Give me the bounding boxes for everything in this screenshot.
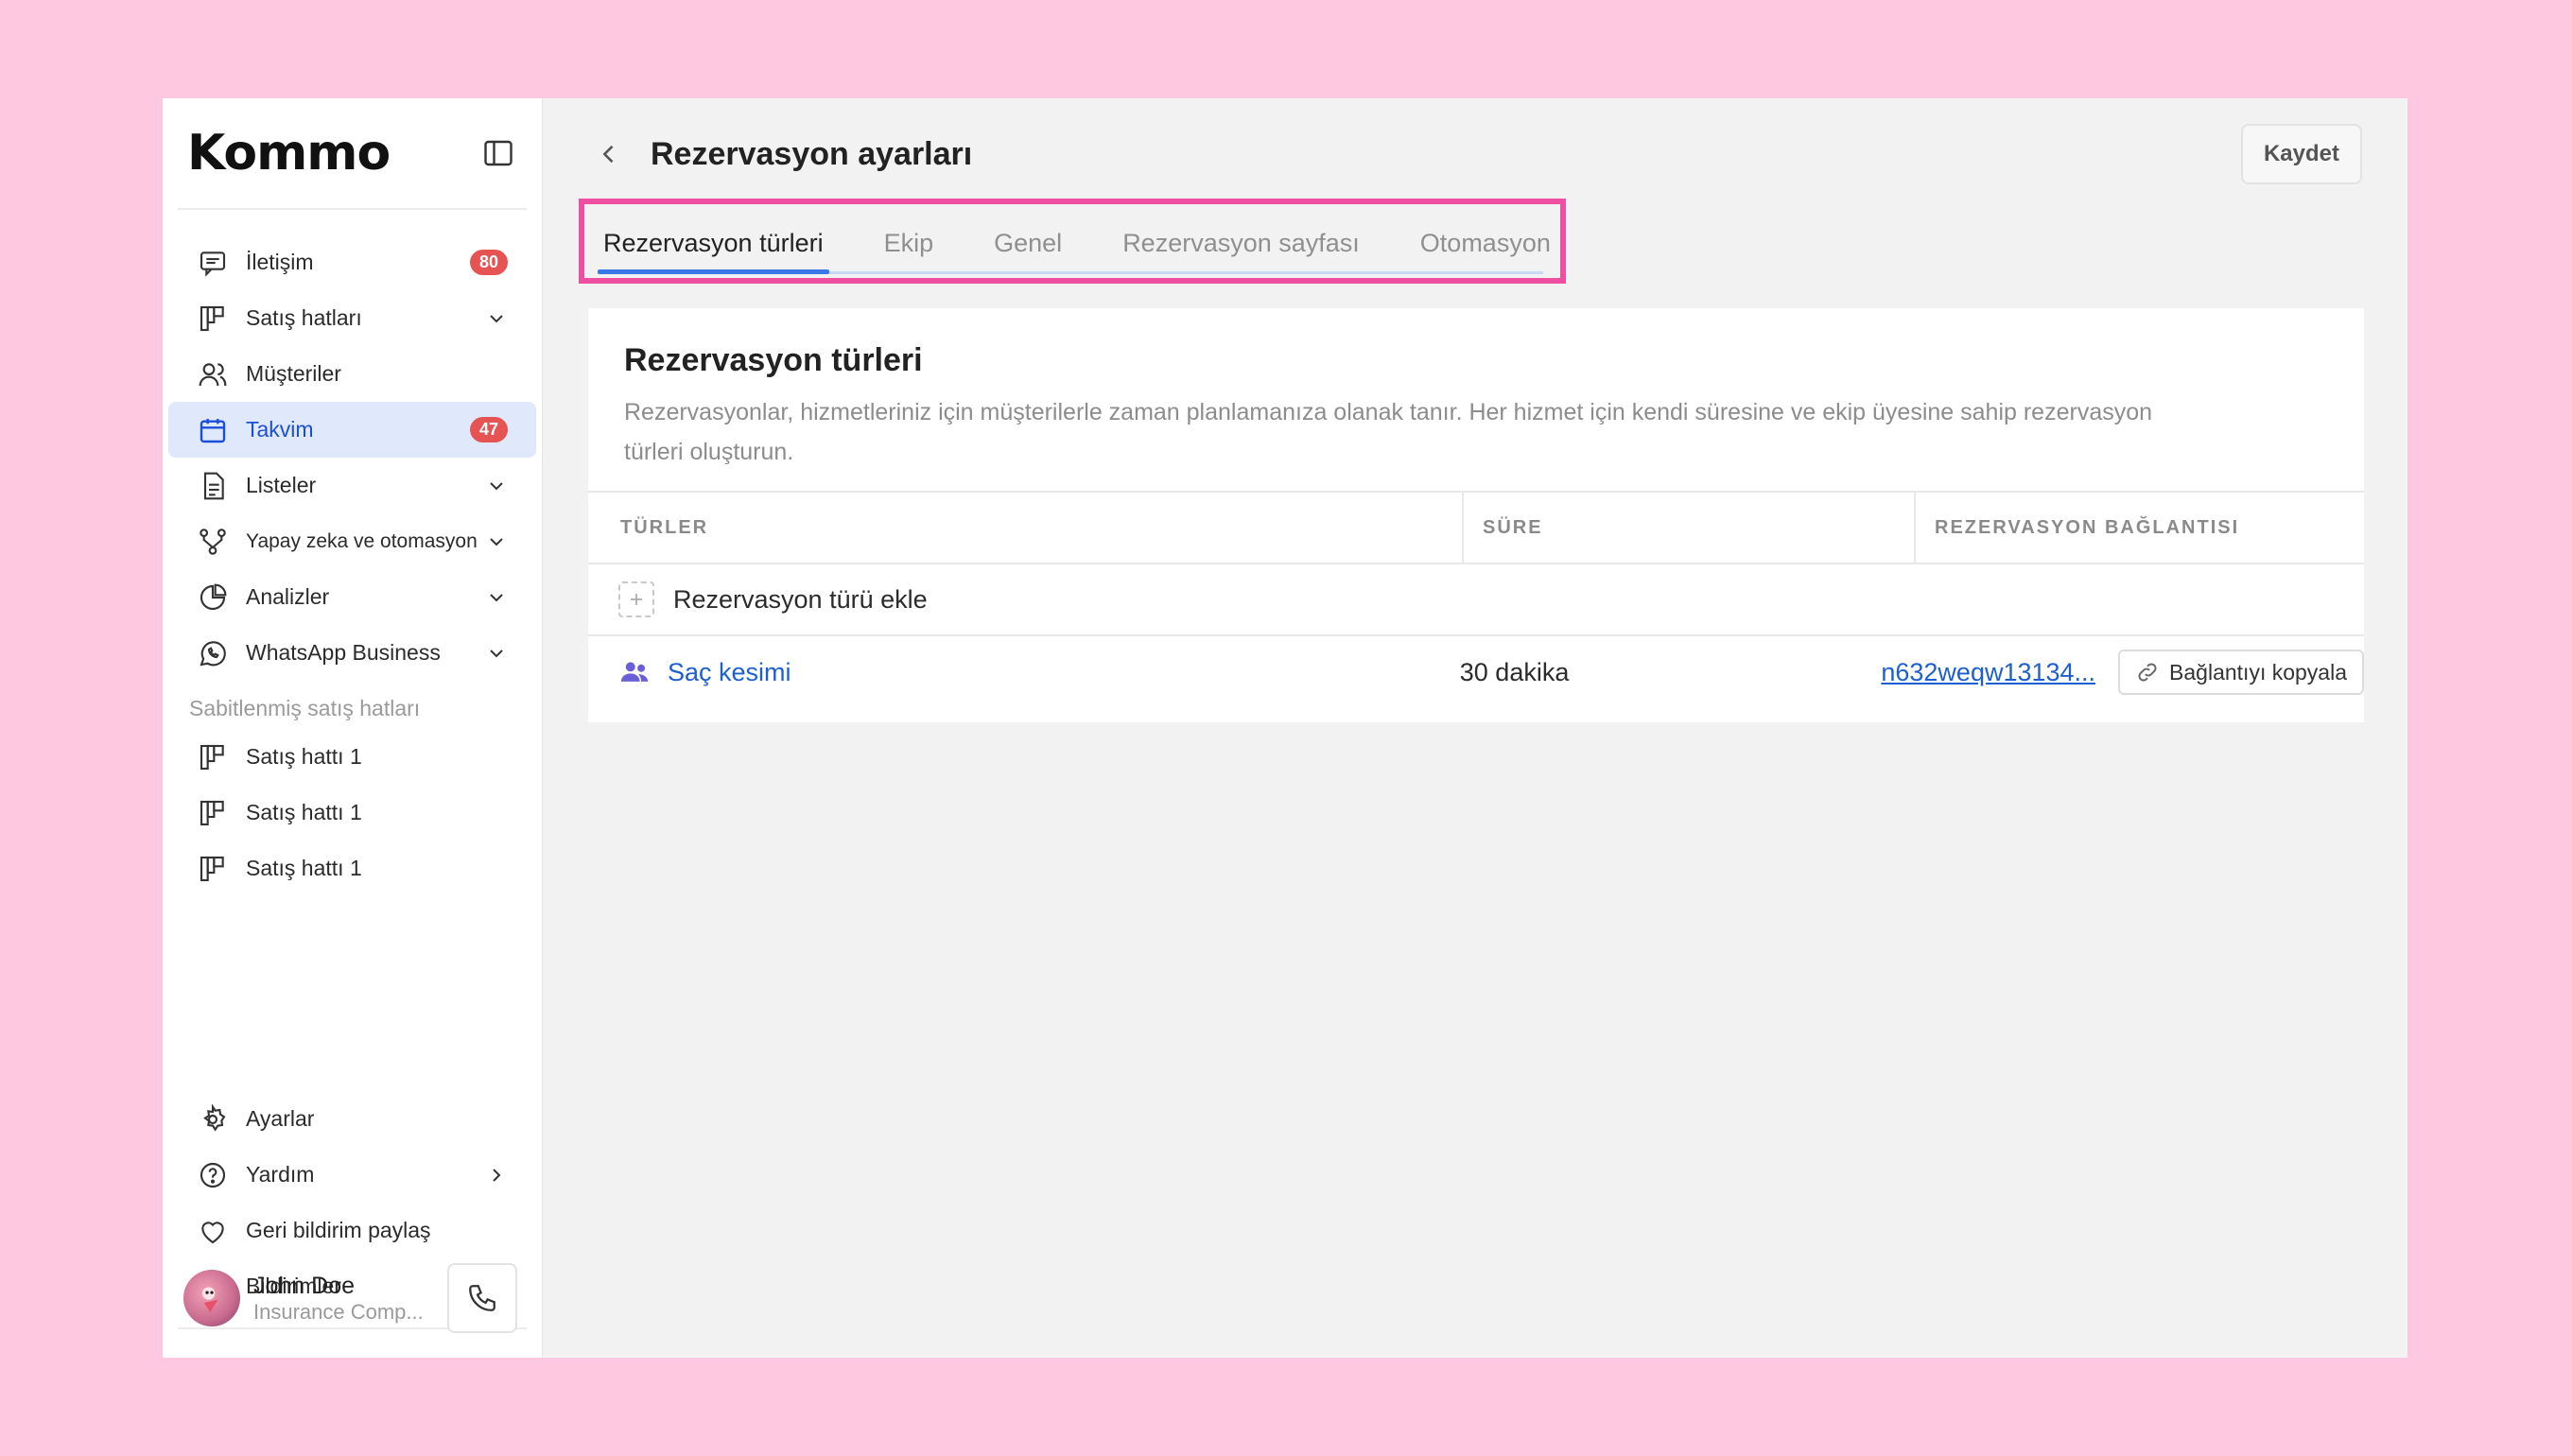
phone-button[interactable] xyxy=(447,1263,517,1333)
tab-bar: Rezervasyon türleri Ekip Genel Rezervasy… xyxy=(598,216,1551,274)
sidebar-item-analizler[interactable]: Analizler xyxy=(168,569,536,625)
column-header-types: TÜRLER xyxy=(588,493,1464,563)
sidebar-item-takvim[interactable]: Takvim 47 xyxy=(168,402,536,458)
page-header: Rezervasyon ayarları Kaydet xyxy=(543,98,2407,210)
card-header: Rezervasyon türleri Rezervasyonlar, hizm… xyxy=(588,308,2364,493)
main-nav: İletişim 80 Satış hatları Müşteriler Tak… xyxy=(163,210,542,896)
kommo-logo[interactable]: Kommo xyxy=(187,125,391,182)
calendar-icon xyxy=(197,414,229,446)
sidebar-item-pinned-pipeline[interactable]: Satış hattı 1 xyxy=(168,841,536,896)
booking-link-cell: n632weqw13134... Bağlantıyı kopyala xyxy=(1881,650,2364,695)
pipeline-icon xyxy=(197,853,229,885)
pipeline-icon xyxy=(197,741,229,773)
chevron-down-icon[interactable] xyxy=(485,530,508,553)
sidebar-item-yapay-zeka[interactable]: Yapay zeka ve otomasyon xyxy=(168,513,536,569)
sidebar-item-ayarlar[interactable]: Ayarlar xyxy=(168,1091,536,1147)
user-company: Insurance Comp... xyxy=(253,1299,424,1324)
unread-badge: 80 xyxy=(470,250,508,275)
pie-chart-icon xyxy=(197,581,229,614)
sidebar: Kommo İletişim 80 Satış hatları Müşteril… xyxy=(163,98,543,1358)
tab-otomasyon[interactable]: Otomasyon xyxy=(1415,229,1556,271)
chevron-down-icon[interactable] xyxy=(485,586,508,609)
plus-icon xyxy=(618,581,654,617)
sidebar-item-satis-hatlari[interactable]: Satış hatları xyxy=(168,290,536,346)
sidebar-item-listeler[interactable]: Listeler xyxy=(168,458,536,513)
booking-types-card: Rezervasyon türleri Rezervasyonlar, hizm… xyxy=(588,308,2364,722)
tab-rezervasyon-turleri[interactable]: Rezervasyon türleri xyxy=(598,229,829,274)
booking-type-cell: Saç kesimi xyxy=(588,656,1441,688)
phone-icon xyxy=(469,1285,495,1311)
tab-ekip[interactable]: Ekip xyxy=(878,229,940,271)
tabs-highlight-frame: Rezervasyon türleri Ekip Genel Rezervasy… xyxy=(579,199,1566,284)
tab-rezervasyon-sayfasi[interactable]: Rezervasyon sayfası xyxy=(1117,229,1365,271)
help-icon xyxy=(197,1159,229,1191)
chevron-down-icon[interactable] xyxy=(485,307,508,330)
automation-icon xyxy=(197,526,229,558)
add-booking-type-row[interactable]: Rezervasyon türü ekle xyxy=(588,564,2364,636)
page-title: Rezervasyon ayarları xyxy=(651,135,973,172)
group-icon xyxy=(618,656,668,688)
pinned-section-title: Sabitlenmiş satış hatları xyxy=(189,696,421,720)
whatsapp-icon xyxy=(197,637,229,669)
chat-icon xyxy=(197,247,229,279)
users-icon xyxy=(197,358,229,390)
booking-type-link[interactable]: Saç kesimi xyxy=(668,658,791,687)
table-row: Saç kesimi 30 dakika n632weqw13134... Ba… xyxy=(588,636,2364,708)
copy-link-label: Bağlantıyı kopyala xyxy=(2169,659,2347,685)
card-description: Rezervasyonlar, hizmetleriniz için müşte… xyxy=(624,399,2153,465)
column-header-duration: SÜRE xyxy=(1464,493,1916,563)
logo-row: Kommo xyxy=(178,98,527,210)
copy-link-button[interactable]: Bağlantıyı kopyala xyxy=(2118,650,2364,695)
sidebar-item-geri-bildirim[interactable]: Geri bildirim paylaş xyxy=(168,1203,536,1258)
chevron-down-icon[interactable] xyxy=(485,475,508,497)
save-button[interactable]: Kaydet xyxy=(2240,124,2362,184)
pipeline-icon xyxy=(197,303,229,335)
user-profile[interactable]: John Doe Insurance Comp... xyxy=(163,1256,542,1341)
sidebar-item-iletisim[interactable]: İletişim 80 xyxy=(168,234,536,290)
document-icon xyxy=(197,470,229,502)
sidebar-item-musteriler[interactable]: Müşteriler xyxy=(168,346,536,402)
sidebar-item-whatsapp[interactable]: WhatsApp Business xyxy=(168,625,536,681)
pipeline-icon xyxy=(197,797,229,829)
card-title: Rezervasyon türleri xyxy=(624,342,923,378)
sidebar-item-pinned-pipeline[interactable]: Satış hattı 1 xyxy=(168,729,536,785)
main-content: Rezervasyon ayarları Kaydet Rezervasyon … xyxy=(543,98,2407,1358)
column-header-link: REZERVASYON BAĞLANTISI xyxy=(1935,516,2240,538)
heart-icon xyxy=(197,1215,229,1247)
chevron-right-icon[interactable] xyxy=(485,1164,508,1187)
table-header: TÜRLER SÜRE REZERVASYON BAĞLANTISI xyxy=(588,493,2364,564)
unread-badge: 47 xyxy=(470,417,508,442)
user-name: John Doe xyxy=(253,1272,356,1299)
add-booking-type-label: Rezervasyon türü ekle xyxy=(673,584,928,614)
booking-url-link[interactable]: n632weqw13134... xyxy=(1881,658,2095,687)
app-window: Kommo İletişim 80 Satış hatları Müşteril… xyxy=(163,98,2407,1358)
user-info: John Doe Insurance Comp... xyxy=(253,1273,447,1325)
sidebar-item-yardim[interactable]: Yardım xyxy=(168,1147,536,1203)
avatar[interactable] xyxy=(183,1270,240,1326)
tab-genel[interactable]: Genel xyxy=(988,229,1068,271)
sidebar-item-pinned-pipeline[interactable]: Satış hattı 1 xyxy=(168,785,536,841)
duration-cell: 30 dakika xyxy=(1459,657,1570,686)
link-icon xyxy=(2138,663,2157,682)
back-arrow-icon[interactable] xyxy=(596,141,622,167)
gear-icon xyxy=(197,1103,229,1135)
chevron-down-icon[interactable] xyxy=(485,642,508,665)
sidebar-collapse-icon[interactable] xyxy=(481,136,515,170)
